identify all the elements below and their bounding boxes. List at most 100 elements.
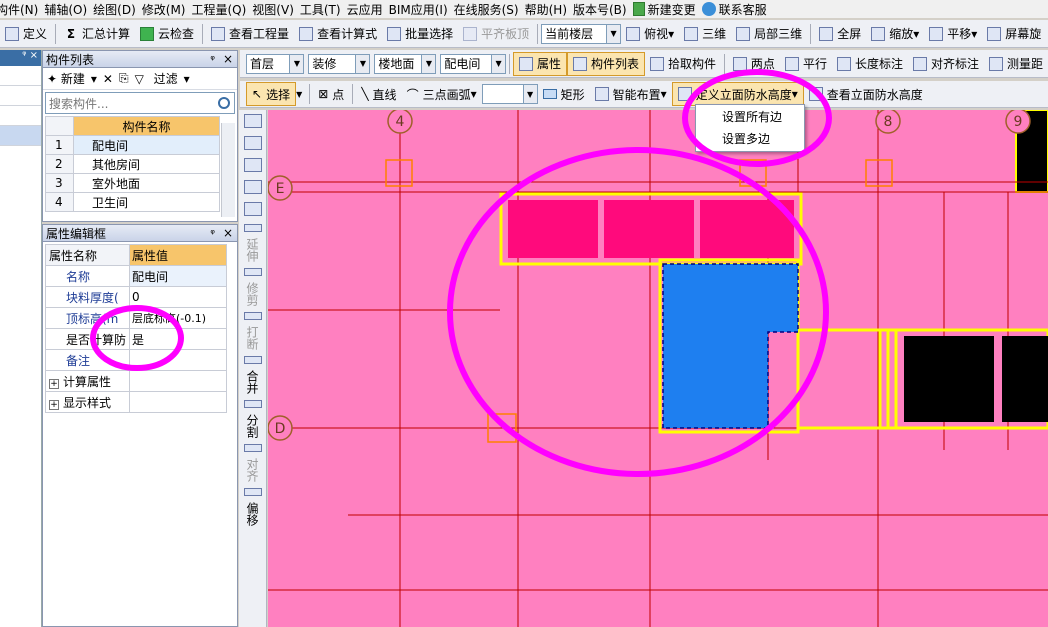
merge-icon[interactable]	[243, 356, 262, 364]
two-points-button[interactable]: 两点	[728, 52, 780, 76]
select-button[interactable]: ↖ 选择	[246, 82, 297, 106]
expand-icon[interactable]: +	[49, 378, 59, 389]
table-row[interactable]: 1 配电间	[45, 135, 220, 155]
property-value[interactable]: 配电间	[129, 265, 227, 287]
length-dim-button[interactable]: 长度标注	[832, 52, 908, 76]
menu-help[interactable]: 帮助(H)	[525, 1, 573, 18]
extend-button[interactable]: 延伸	[244, 238, 261, 262]
name-column-header[interactable]: 构件名称	[73, 116, 220, 136]
align-button[interactable]: 对齐	[244, 458, 261, 482]
offset-button[interactable]: 偏移	[244, 502, 261, 526]
component-list-button[interactable]: 构件列表	[566, 51, 645, 76]
component-select[interactable]: 配电间 ▼	[440, 53, 507, 74]
break-button[interactable]: 打断	[244, 326, 261, 350]
pin-icon[interactable]: ᵠ	[206, 227, 219, 240]
room-magenta[interactable]	[700, 200, 794, 258]
aligned-dim-button[interactable]: 对齐标注	[908, 52, 984, 76]
row-name[interactable]: 配电间	[73, 135, 220, 155]
docked-row[interactable]	[0, 86, 41, 106]
property-value[interactable]: 是	[129, 328, 227, 350]
table-row[interactable]: 是否计算防是	[45, 328, 227, 350]
close-icon[interactable]: ×	[219, 226, 237, 240]
drawing-canvas[interactable]: 4 8 9 E D	[268, 110, 1048, 627]
row-name[interactable]: 卫生间	[73, 192, 220, 212]
trim-icon[interactable]	[243, 268, 262, 276]
rect-button[interactable]: 矩形	[538, 82, 590, 106]
arc-button[interactable]: ⌒ 三点画弧 ▾	[402, 82, 482, 106]
property-value[interactable]	[129, 349, 227, 371]
split-icon[interactable]	[243, 400, 262, 408]
room-magenta[interactable]	[508, 200, 598, 258]
docked-row[interactable]	[0, 106, 41, 126]
row-name[interactable]: 室外地面	[73, 173, 220, 193]
extend-icon[interactable]	[243, 224, 262, 232]
line-button[interactable]: ╲ 直线	[356, 82, 401, 106]
room-magenta[interactable]	[604, 200, 694, 258]
close-icon[interactable]: ×	[30, 50, 38, 61]
break-icon[interactable]	[243, 312, 262, 320]
table-row[interactable]: 3 室外地面	[45, 173, 220, 193]
property-value[interactable]: 层底标高(-0.1)	[129, 307, 227, 329]
parallel-button[interactable]: 平行	[780, 52, 832, 76]
close-icon[interactable]: ×	[219, 52, 237, 66]
menu-cloud[interactable]: 云应用	[347, 1, 389, 18]
menu-aux-axis[interactable]: 辅轴(O)	[44, 1, 93, 18]
component-search-input[interactable]: 搜索构件...	[45, 92, 235, 114]
table-row[interactable]: 名称 配电间	[45, 265, 227, 287]
display-style-group[interactable]: + 显示样式	[45, 391, 130, 413]
drawing-svg[interactable]: 4 8 9 E D	[268, 110, 1048, 627]
table-row[interactable]: + 计算属性	[45, 370, 227, 392]
cloud-check-button[interactable]: 云检查	[135, 22, 199, 46]
table-row[interactable]: 4 卫生间	[45, 192, 220, 212]
floor-scope-select[interactable]: 当前楼层 ▼	[541, 23, 622, 44]
flush-board-button[interactable]: 平齐板顶	[458, 22, 534, 46]
split-button[interactable]: 分割	[244, 414, 261, 438]
delete-icon[interactable]: ✕	[103, 72, 113, 86]
menu-quantity[interactable]: 工程量(Q)	[191, 1, 252, 18]
menu-draw[interactable]: 绘图(D)	[93, 1, 142, 18]
menu-component[interactable]: 构件(N)	[0, 1, 44, 18]
pan-button[interactable]: 平移 ▾	[924, 22, 982, 46]
mirror-icon[interactable]	[243, 158, 262, 172]
zoom-button[interactable]: 缩放 ▾	[866, 22, 924, 46]
calc-attr-group[interactable]: + 计算属性	[45, 370, 130, 392]
table-row[interactable]: + 显示样式	[45, 391, 227, 413]
define-button[interactable]: 定义	[0, 22, 52, 46]
brush-icon[interactable]	[243, 114, 262, 128]
smart-place-button[interactable]: 智能布置 ▾	[590, 82, 672, 106]
view-waterproof-button[interactable]: 查看立面防水高度	[804, 82, 928, 106]
draw-mode-select[interactable]: ▼	[481, 84, 538, 104]
category-select[interactable]: 装修 ▼	[308, 53, 371, 74]
summary-button[interactable]: Σ 汇总计算	[59, 22, 135, 46]
menu-view[interactable]: 视图(V)	[252, 1, 300, 18]
menu-modify[interactable]: 修改(M)	[142, 1, 192, 18]
view-formula-button[interactable]: 查看计算式	[294, 22, 382, 46]
search-icon[interactable]	[218, 97, 230, 109]
pin-icon[interactable]: ᵠ	[206, 53, 219, 66]
floor-select[interactable]: 首层 ▼	[246, 53, 305, 74]
offset-icon[interactable]	[243, 488, 262, 496]
view-quantity-button[interactable]: 查看工程量	[206, 22, 294, 46]
rotate-icon[interactable]	[243, 202, 262, 216]
new-component-button[interactable]: ✦ 新建 ▾	[47, 70, 97, 87]
table-row[interactable]: 顶标高(m 层底标高(-0.1)	[45, 307, 227, 329]
full-screen-button[interactable]: 全屏	[814, 22, 866, 46]
top-view-button[interactable]: 俯视 ▾	[621, 22, 679, 46]
align-icon[interactable]	[243, 444, 262, 452]
menu-online[interactable]: 在线服务(S)	[454, 1, 525, 18]
local-3d-button[interactable]: 局部三维	[731, 22, 807, 46]
property-value[interactable]: 0	[129, 286, 227, 308]
merge-button[interactable]: 合并	[244, 370, 261, 394]
scissors-icon[interactable]	[243, 136, 262, 150]
docked-row[interactable]	[0, 66, 41, 86]
menu-tools[interactable]: 工具(T)	[300, 1, 347, 18]
room-black[interactable]	[1002, 336, 1048, 422]
room-black[interactable]	[904, 336, 994, 422]
three-d-button[interactable]: 三维	[679, 22, 731, 46]
new-change-button[interactable]: 新建变更	[632, 1, 702, 18]
batch-select-button[interactable]: 批量选择	[382, 22, 458, 46]
screen-rotate-button[interactable]: 屏幕旋	[982, 22, 1046, 46]
table-row[interactable]: 块料厚度(0	[45, 286, 227, 308]
attributes-button[interactable]: 属性	[512, 51, 567, 76]
menu-version[interactable]: 版本号(B)	[573, 1, 633, 18]
